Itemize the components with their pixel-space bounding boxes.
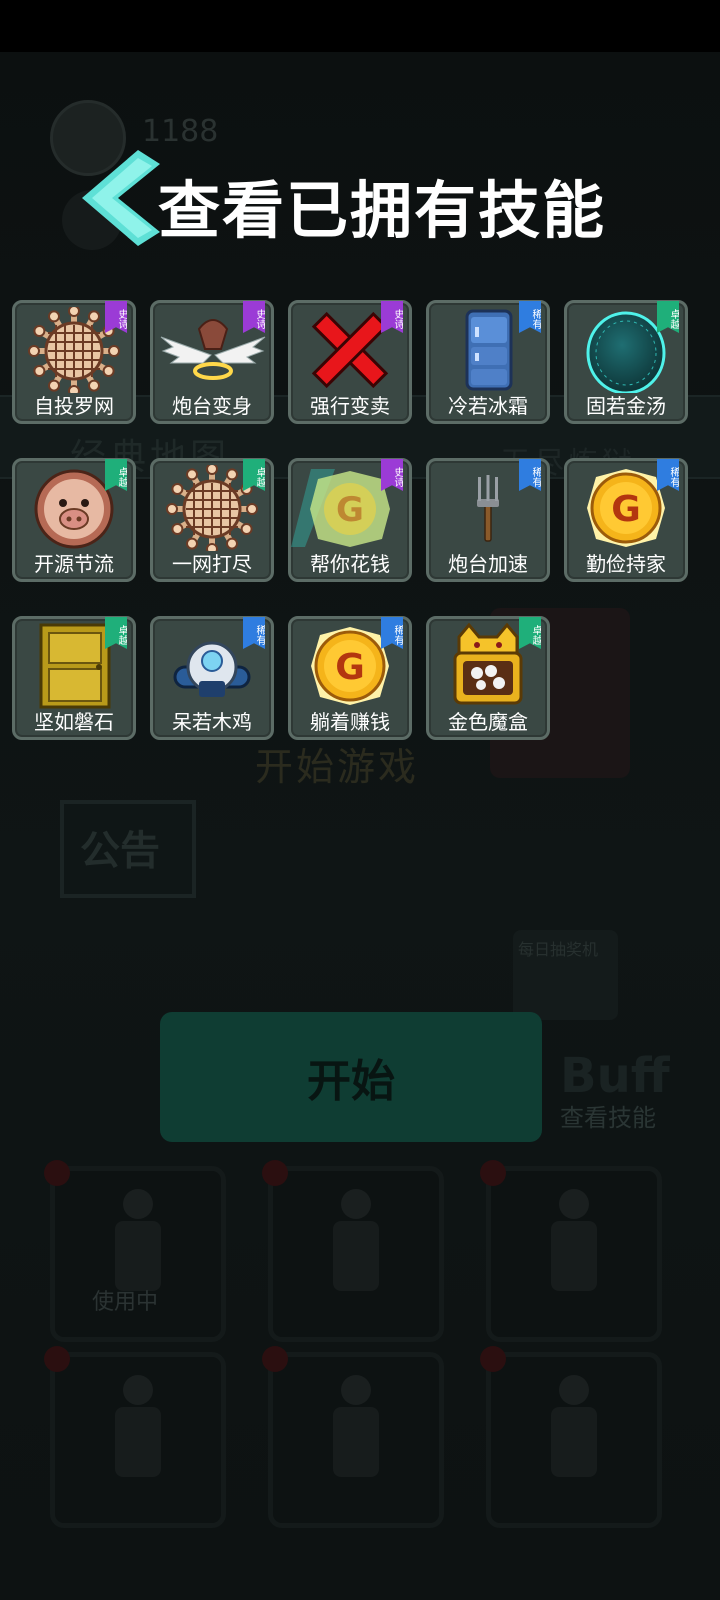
skill-name: 一网打尽 — [172, 552, 252, 576]
skill-card[interactable]: 卓越 一网打尽 — [150, 458, 274, 582]
skill-card[interactable]: G 稀有 勤俭持家 — [564, 458, 688, 582]
skill-name: 开源节流 — [34, 552, 114, 576]
character-figure — [321, 1189, 391, 1309]
svg-text:G: G — [335, 647, 365, 688]
character-card — [268, 1352, 444, 1528]
skill-name: 固若金汤 — [586, 394, 666, 418]
character-card — [268, 1166, 444, 1342]
skill-card[interactable]: 史诗 炮台变身 — [150, 300, 274, 424]
svg-text:G: G — [336, 490, 364, 530]
skill-name: 强行变卖 — [310, 394, 390, 418]
status-bar — [0, 0, 720, 52]
page-title: 查看已拥有技能 — [158, 174, 607, 247]
notification-dot — [480, 1346, 506, 1372]
character-figure — [539, 1189, 609, 1309]
skill-name: 炮台加速 — [448, 552, 528, 576]
skill-card[interactable]: 史诗 自投罗网 — [12, 300, 136, 424]
character-card — [486, 1166, 662, 1342]
skill-card[interactable]: 稀有 呆若木鸡 — [150, 616, 274, 740]
skill-name: 坚如磐石 — [34, 710, 114, 734]
skill-name: 帮你花钱 — [310, 552, 390, 576]
buff-logo: Buff — [560, 1048, 670, 1104]
skill-name: 炮台变身 — [172, 394, 252, 418]
notice-label: 公告 — [80, 828, 160, 874]
in-use-label: 使用中 — [92, 1290, 159, 1315]
skill-name: 呆若木鸡 — [172, 710, 252, 734]
skill-name: 冷若冰霜 — [448, 394, 528, 418]
character-card — [50, 1352, 226, 1528]
skill-name: 自投罗网 — [34, 394, 114, 418]
character-figure — [539, 1375, 609, 1495]
skill-card[interactable]: 卓越 坚如磐石 — [12, 616, 136, 740]
skill-card[interactable]: 史诗 强行变卖 — [288, 300, 412, 424]
notification-dot — [480, 1160, 506, 1186]
skill-card[interactable]: 卓越 开源节流 — [12, 458, 136, 582]
skill-card[interactable]: G 史诗 帮你花钱 — [288, 458, 412, 582]
skill-card[interactable]: 稀有 冷若冰霜 — [426, 300, 550, 424]
notification-dot — [262, 1346, 288, 1372]
skill-card[interactable]: G 稀有 躺着赚钱 — [288, 616, 412, 740]
chevron-left-icon[interactable] — [80, 150, 160, 246]
skill-name: 躺着赚钱 — [310, 710, 390, 734]
start-button: 开始 — [160, 1012, 542, 1142]
skill-name: 金色魔盒 — [448, 710, 528, 734]
svg-text:G: G — [611, 489, 641, 530]
view-skills-label: 查看技能 — [560, 1104, 656, 1132]
notification-dot — [44, 1160, 70, 1186]
notification-dot — [262, 1160, 288, 1186]
skill-card[interactable]: 卓越 金色魔盒 — [426, 616, 550, 740]
skill-name: 勤俭持家 — [586, 552, 666, 576]
skill-card[interactable]: 稀有 炮台加速 — [426, 458, 550, 582]
skill-card[interactable]: 卓越 固若金汤 — [564, 300, 688, 424]
daily-lottery-label: 每日抽奖机 — [518, 940, 599, 959]
start-game-label: 开始游戏 — [255, 745, 420, 789]
coin-count: 1188 — [142, 114, 219, 149]
character-card — [486, 1352, 662, 1528]
notification-dot — [44, 1346, 70, 1372]
character-figure — [103, 1375, 173, 1495]
character-figure — [321, 1375, 391, 1495]
